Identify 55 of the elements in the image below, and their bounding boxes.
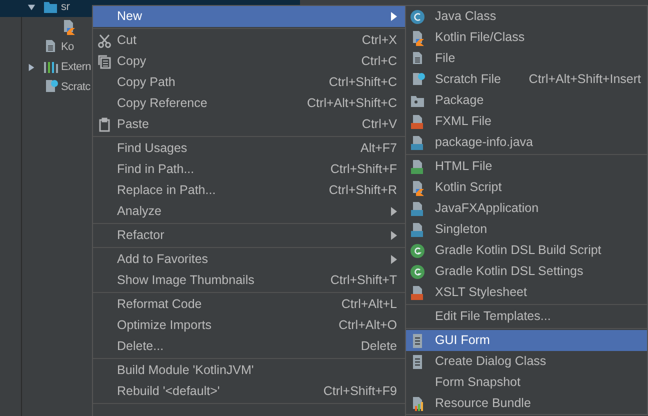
menu-item-label: New [117,8,142,26]
menu-item-label: Build Module 'KotlinJVM' [117,362,254,380]
shortcut-label: Alt+F7 [360,140,397,158]
menu-item-label: Find Usages [117,140,188,158]
menu-item-label: Find in Path... [117,161,194,178]
menu-item-label: Cut [117,32,136,50]
menu-item-label: Optimize Imports [117,317,212,334]
menu-item-label: FXML File [435,113,492,130]
tree-label: Scratc [61,80,90,95]
shortcut-label: Ctrl+V [362,116,397,134]
shortcut-label: Ctrl+Shift+C [328,74,397,92]
menu-item-label: Delete... [117,338,164,356]
shortcut-label: Ctrl+Alt+O [338,317,397,334]
shortcut-label: Ctrl+Alt+Shift+C [307,95,397,112]
menu-item-label: Copy [117,53,146,70]
shortcut-label: Ctrl+Alt+Shift+Insert [528,71,641,88]
shortcut-label: Ctrl+Shift+F [330,161,397,178]
menu-item-label: Edit File Templates... [435,308,551,326]
menu-item-label: Resource Bundle [435,395,531,412]
shortcut-label: Delete [360,338,397,356]
shortcut-label: Ctrl+Shift+T [330,272,397,290]
menu-item-label: Add to Favorites [117,251,208,268]
menu-item-label: Copy Path [117,74,176,92]
menu-item-label: GUI Form [435,332,490,350]
tree-label: sr [61,0,70,15]
shortcut-label: Ctrl+C [361,53,397,70]
menu-item-label: Reformat Code [117,296,202,314]
menu-item-label: Form Snapshot [435,374,520,392]
menu-item-label: Create Dialog Class [435,353,546,370]
shortcut-label: Ctrl+Shift+R [328,182,397,200]
menu-item-label: Kotlin File/Class [435,29,525,46]
menu-item-label: Paste [117,116,149,134]
tree-label: Extern [61,60,91,75]
menu-item-label: Copy Reference [117,95,208,112]
menu-item-label: Kotlin Script [435,179,502,196]
menu-item-label: Java Class [435,8,496,26]
menu-item-label: XSLT Stylesheet [435,284,527,302]
shortcut-label: Ctrl+X [362,32,397,50]
menu-item-label: Gradle Kotlin DSL Settings [435,263,584,280]
menu-item-label: Replace in Path... [117,182,216,200]
menu-item-label: Analyze [117,203,162,220]
menu-item-label: Show Image Thumbnails [117,272,254,290]
shortcut-label: Ctrl+Shift+F9 [323,383,397,400]
menu-item-label: Package [435,92,484,110]
menu-item-label: JavaFXApplication [435,200,539,218]
menu-item-label: package-info.java [435,134,533,152]
menu-item-label: HTML File [435,158,492,176]
menu-item-label: File [435,50,456,68]
tree-label: Ko [61,40,74,55]
menu-item-label: Refactor [117,227,164,244]
shortcut-label: Ctrl+Alt+L [341,296,397,314]
menu-item-label: Rebuild '<default>' [117,383,220,400]
menu-item-label: Gradle Kotlin DSL Build Script [435,242,602,260]
menu-item-label: Scratch File [435,71,501,88]
menu-item-label: Singleton [435,221,488,238]
